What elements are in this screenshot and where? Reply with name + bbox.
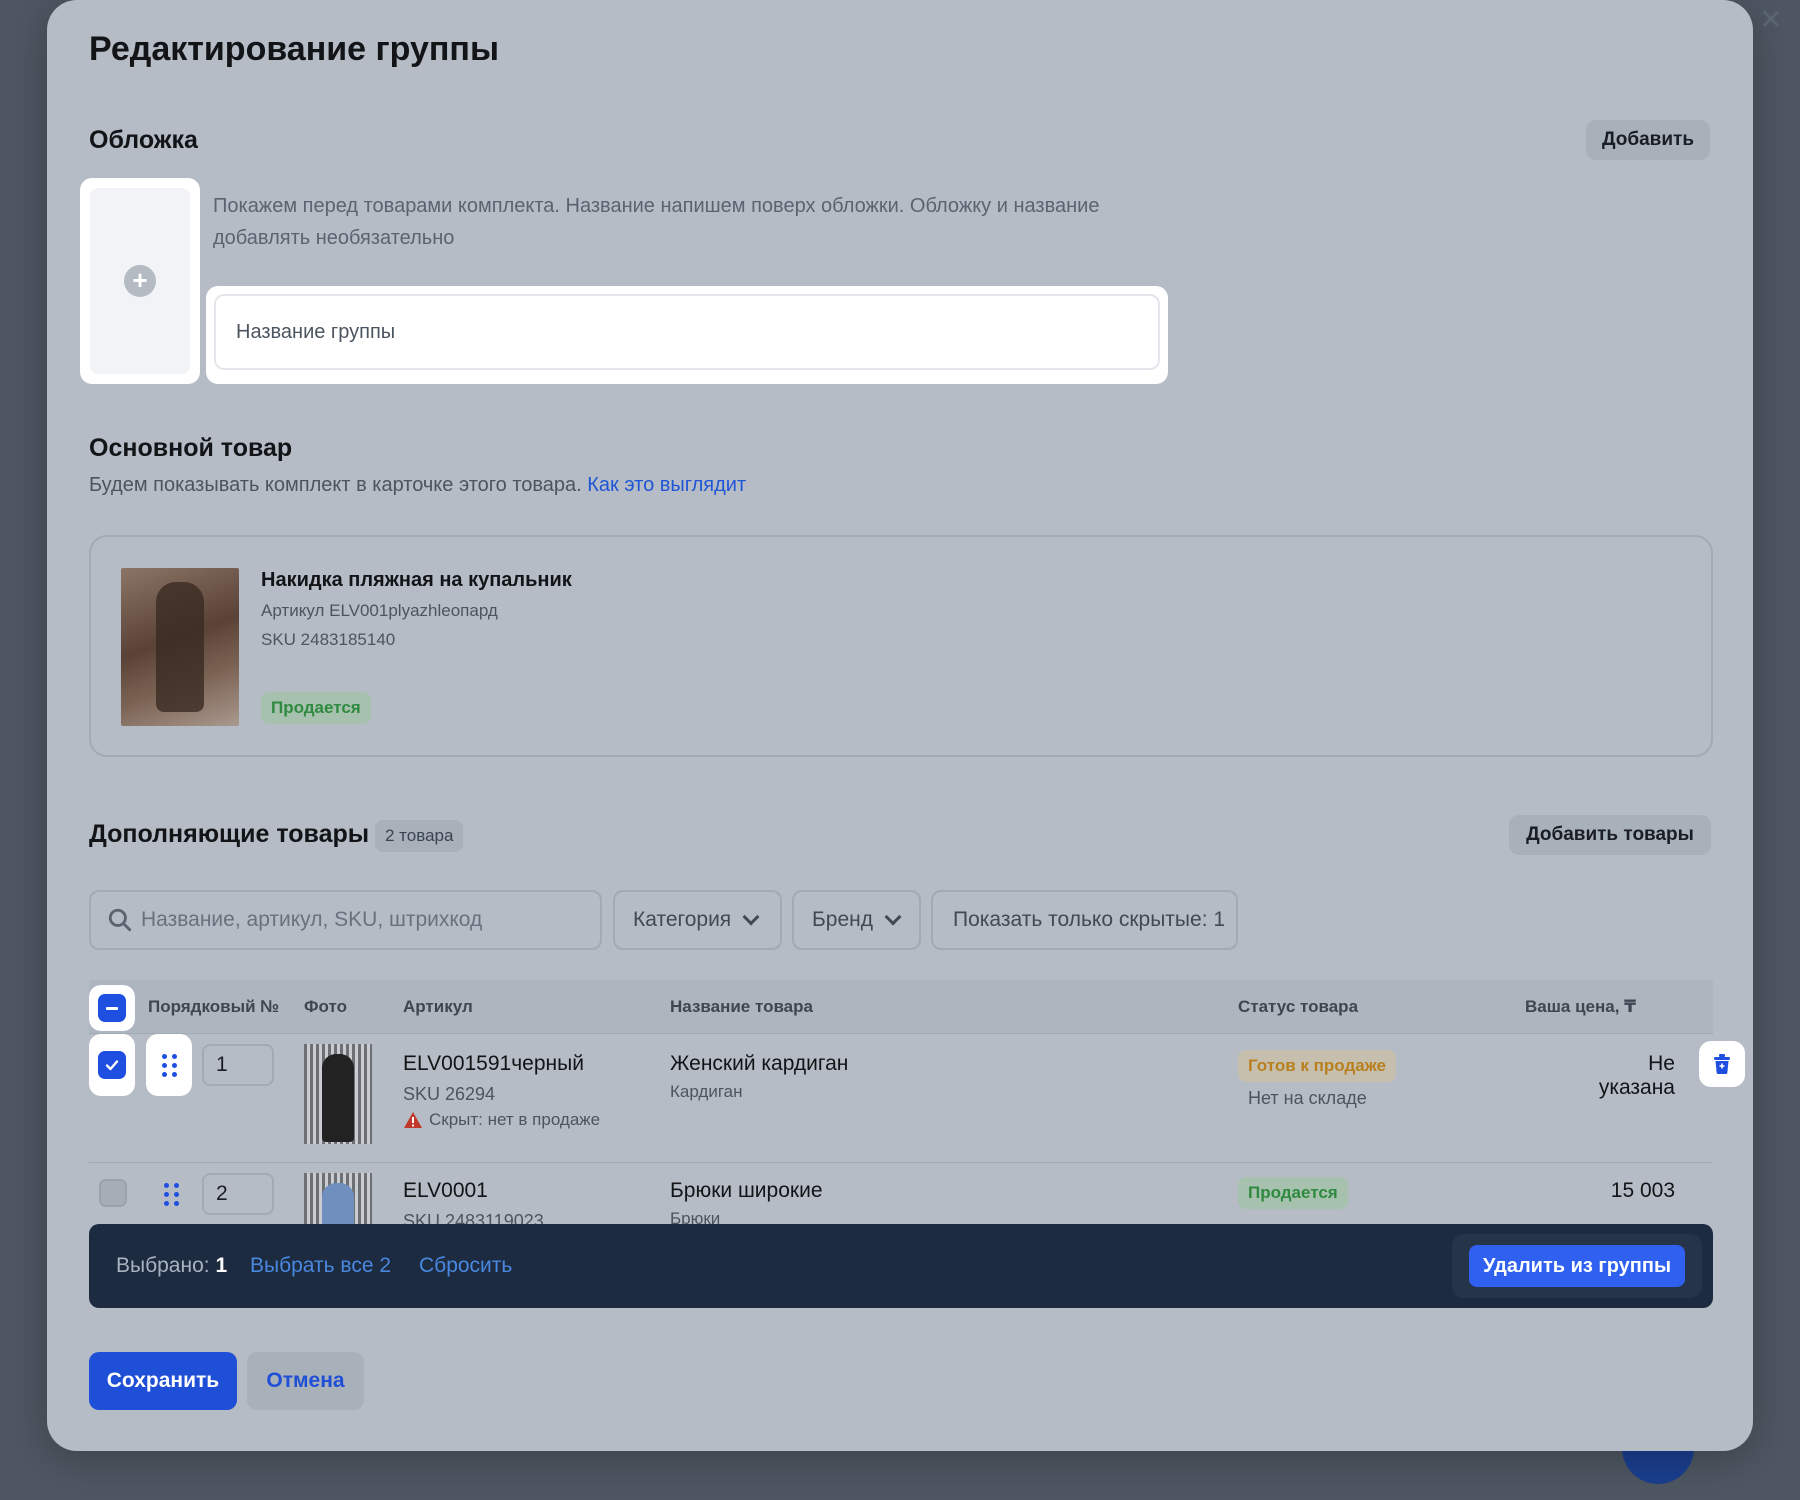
- row-checkbox[interactable]: [99, 1179, 127, 1207]
- cover-description: Покажем перед товарами комплекта. Назван…: [213, 190, 1193, 254]
- main-product-name: Накидка пляжная на купальник: [261, 569, 572, 591]
- drag-handle[interactable]: [146, 1034, 192, 1096]
- header-order[interactable]: Порядковый №: [148, 980, 279, 1034]
- show-hidden-filter[interactable]: Показать только скрытые: 1: [931, 890, 1238, 950]
- product-thumbnail: [304, 1044, 372, 1144]
- delete-row-button[interactable]: [1699, 1041, 1745, 1087]
- cancel-button[interactable]: Отмена: [247, 1352, 364, 1410]
- select-all-checkbox[interactable]: [89, 985, 135, 1031]
- warning-icon: [404, 1112, 422, 1128]
- table-header: Порядковый № Фото Артикул Название товар…: [89, 980, 1713, 1034]
- header-photo: Фото: [304, 997, 347, 1016]
- product-thumbnail: [304, 1173, 372, 1224]
- cover-description-line: добавлять необязательно: [213, 227, 455, 249]
- header-price[interactable]: Ваша цена, ₸: [1525, 980, 1636, 1034]
- select-all-link[interactable]: Выбрать все 2: [250, 1224, 391, 1308]
- cover-heading: Обложка: [89, 126, 198, 154]
- row-article: ELV001591черный: [403, 1052, 584, 1075]
- search-input[interactable]: Название, артикул, SKU, штрихкод: [89, 890, 602, 950]
- selection-action-bar: Выбрано: 1 Выбрать все 2 Сбросить Удалит…: [89, 1224, 1713, 1308]
- row-warning-text: Скрыт: нет в продаже: [429, 1110, 601, 1129]
- check-icon: [98, 1051, 126, 1079]
- main-product-description: Будем показывать комплект в карточке это…: [89, 474, 746, 497]
- status-badge: Готов к продаже: [1238, 1050, 1396, 1082]
- category-filter[interactable]: Категория: [613, 890, 782, 950]
- row-price: 15 003: [1610, 1179, 1675, 1202]
- chevron-down-icon: [884, 908, 902, 926]
- main-product-status-badge: Продается: [261, 692, 371, 724]
- main-product-heading: Основной товар: [89, 434, 293, 462]
- save-button[interactable]: Сохранить: [89, 1352, 237, 1410]
- cover-upload[interactable]: +: [80, 178, 200, 384]
- main-product-article: Артикул ELV001plyazhleопард: [261, 601, 498, 620]
- drag-dots-icon: [164, 1183, 179, 1206]
- order-number-input[interactable]: 2: [202, 1173, 274, 1215]
- category-filter-label: Категория: [633, 908, 732, 931]
- table-row: 1 ELV001591черный SKU 26294 Скрыт: нет в…: [89, 1034, 1745, 1162]
- brand-filter-label: Бренд: [812, 908, 873, 931]
- main-product-description-text: Будем показывать комплект в карточке это…: [89, 474, 582, 496]
- plus-icon: +: [124, 265, 156, 297]
- extra-products-count-badge: 2 товара: [375, 820, 464, 852]
- extra-products-heading: Дополняющие товары: [89, 820, 370, 848]
- table-row: 2 ELV0001 SKU 2483119023 Брюки широкие Б…: [89, 1163, 1713, 1224]
- row-warning: Скрыт: нет в продаже: [403, 1110, 600, 1130]
- row-product-name[interactable]: Женский кардиган: [670, 1052, 848, 1076]
- group-name-field-wrapper: Название группы: [206, 286, 1168, 384]
- brand-filter[interactable]: Бренд: [792, 890, 921, 950]
- selected-count: 1: [215, 1254, 228, 1277]
- row-stock: Нет на складе: [1248, 1088, 1367, 1108]
- reset-selection-link[interactable]: Сбросить: [419, 1224, 512, 1308]
- search-placeholder: Название, артикул, SKU, штрихкод: [141, 908, 483, 931]
- order-number-input[interactable]: 1: [202, 1044, 274, 1086]
- drag-dots-icon: [161, 1053, 177, 1077]
- trash-icon: [1712, 1183, 1713, 1205]
- edit-group-modal: ✕ Редактирование группы Обложка Добавить…: [47, 0, 1783, 1451]
- row-sku: SKU 2483119023: [403, 1211, 544, 1224]
- row-article: ELV0001: [403, 1179, 488, 1202]
- cover-upload-area[interactable]: +: [90, 188, 190, 374]
- main-product-card: Накидка пляжная на купальник Артикул ELV…: [89, 535, 1713, 757]
- delete-row-button[interactable]: [1699, 1171, 1713, 1217]
- row-category: Кардиган: [670, 1082, 743, 1101]
- row-price: Не указана: [1598, 1052, 1675, 1099]
- search-icon: [108, 908, 132, 932]
- header-name[interactable]: Название товара: [670, 980, 813, 1034]
- selected-counter: Выбрано: 1: [116, 1224, 227, 1308]
- row-category: Брюки: [670, 1209, 721, 1224]
- header-status[interactable]: Статус товара: [1238, 980, 1358, 1034]
- close-icon[interactable]: ✕: [1757, 6, 1785, 34]
- row-product-name[interactable]: Брюки широкие: [670, 1179, 823, 1203]
- cover-description-line: Покажем перед товарами комплекта. Назван…: [213, 195, 1100, 217]
- row-sku: SKU 26294: [403, 1084, 496, 1104]
- add-products-button[interactable]: Добавить товары: [1509, 815, 1711, 855]
- main-product-sku: SKU 2483185140: [261, 630, 396, 649]
- selected-label: Выбрано:: [116, 1254, 210, 1277]
- add-cover-button[interactable]: Добавить: [1586, 120, 1710, 160]
- chevron-down-icon: [742, 908, 760, 926]
- modal-title: Редактирование группы: [89, 30, 499, 68]
- trash-icon: [1714, 1054, 1730, 1074]
- group-name-input[interactable]: Название группы: [214, 294, 1160, 370]
- header-article[interactable]: Артикул: [403, 980, 473, 1034]
- drag-handle[interactable]: [164, 1183, 179, 1206]
- status-badge: Продается: [1238, 1177, 1348, 1209]
- minus-icon: [98, 994, 126, 1022]
- how-it-looks-link[interactable]: Как это выглядит: [587, 474, 746, 496]
- remove-from-group-button[interactable]: Удалить из группы: [1469, 1245, 1685, 1287]
- row-checkbox[interactable]: [89, 1034, 135, 1096]
- main-product-photo: [121, 568, 239, 726]
